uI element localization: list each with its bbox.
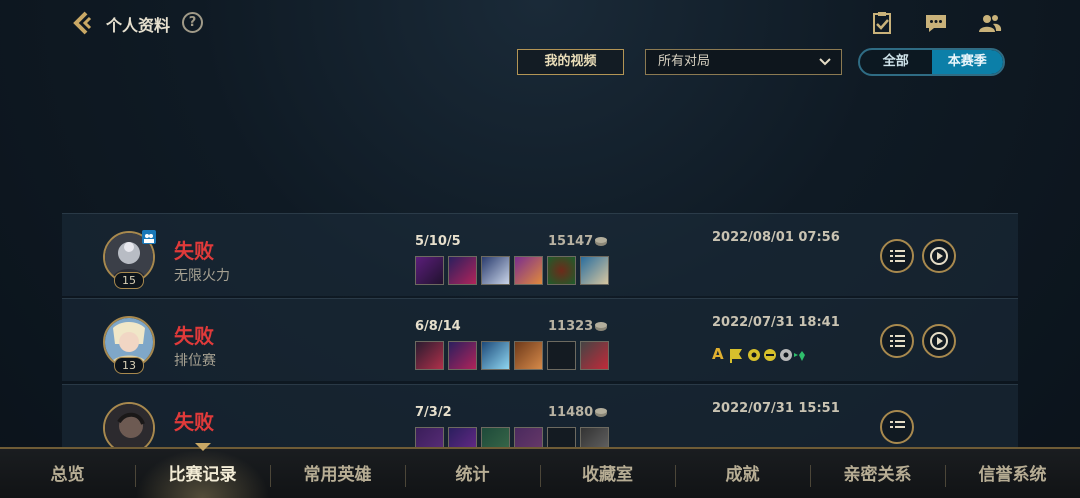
details-list-button[interactable] — [880, 239, 914, 273]
match-datetime: 2022/08/01 07:56 — [712, 230, 840, 245]
gold-amount: 11323 — [548, 319, 594, 334]
item-icon — [448, 341, 477, 370]
page-title: 个人资料 — [106, 16, 171, 35]
item-icon — [514, 341, 543, 370]
tab-relationships[interactable]: 亲密关系 — [810, 449, 945, 498]
game-mode: 排位赛 — [174, 353, 216, 369]
grade-badge: A — [712, 345, 724, 363]
empty-item-slot — [547, 341, 576, 370]
match-result: 失败 — [174, 324, 214, 348]
top-header: 个人资料 ? — [0, 0, 1080, 44]
gold-coins-icon — [595, 408, 607, 417]
item-icon — [481, 341, 510, 370]
item-icon — [415, 341, 444, 370]
replay-button[interactable] — [922, 324, 956, 358]
gold-amount: 11480 — [548, 405, 594, 420]
item-slots — [415, 341, 609, 370]
season-toggle[interactable]: 全部 本赛季 — [858, 48, 1005, 76]
toggle-all[interactable]: 全部 — [860, 50, 932, 74]
kda: 5/10/5 — [415, 234, 461, 249]
gold-coins-icon — [595, 322, 607, 331]
tab-match-history[interactable]: 比赛记录 — [135, 449, 270, 498]
item-icon — [514, 256, 543, 285]
tab-achievements[interactable]: 成就 — [675, 449, 810, 498]
tab-overview[interactable]: 总览 — [0, 449, 135, 498]
match-result: 失败 — [174, 239, 214, 263]
gold-coins-icon — [595, 237, 607, 246]
gold-amount: 15147 — [548, 234, 594, 249]
item-icon — [580, 256, 609, 285]
tab-favorite-champions[interactable]: 常用英雄 — [270, 449, 405, 498]
item-icon — [448, 256, 477, 285]
active-tab-pointer-icon — [195, 443, 211, 451]
checklist-icon[interactable] — [870, 11, 894, 35]
item-icon — [481, 256, 510, 285]
replay-button[interactable] — [922, 239, 956, 273]
chat-icon[interactable] — [924, 11, 948, 35]
match-row[interactable]: 15 失败 无限火力 5/10/5 15147 2022/08/01 07:56 — [62, 213, 1018, 296]
my-videos-button[interactable]: 我的视频 — [517, 49, 624, 75]
honor-badges: A — [712, 345, 812, 365]
toggle-this-season[interactable]: 本赛季 — [931, 50, 1003, 74]
level-badge: 13 — [114, 357, 144, 374]
match-datetime: 2022/07/31 15:51 — [712, 401, 840, 416]
tab-collection[interactable]: 收藏室 — [540, 449, 675, 498]
item-icon — [547, 256, 576, 285]
tab-honor-system[interactable]: 信誉系统 — [945, 449, 1080, 498]
item-icon — [580, 341, 609, 370]
match-type-dropdown[interactable]: 所有对局 — [645, 49, 842, 75]
achievement-badges-icon — [730, 349, 805, 363]
kda: 7/3/2 — [415, 405, 452, 420]
item-slots — [415, 256, 609, 285]
level-badge: 15 — [114, 272, 144, 289]
kda: 6/8/14 — [415, 319, 461, 334]
help-icon[interactable]: ? — [182, 12, 203, 33]
match-row[interactable]: 13 失败 排位赛 6/8/14 11323 2022/07/31 18:41 … — [62, 298, 1018, 381]
party-icon — [142, 230, 156, 244]
tab-statistics[interactable]: 统计 — [405, 449, 540, 498]
back-arrow-icon[interactable] — [70, 10, 96, 36]
details-list-button[interactable] — [880, 324, 914, 358]
details-list-button[interactable] — [880, 410, 914, 444]
match-datetime: 2022/07/31 18:41 — [712, 315, 840, 330]
item-icon — [415, 256, 444, 285]
bottom-tab-bar: 总览 比赛记录 常用英雄 统计 收藏室 成就 亲密关系 信誉系统 — [0, 447, 1080, 498]
match-type-selected: 所有对局 — [658, 54, 711, 69]
game-mode: 无限火力 — [174, 268, 230, 284]
match-result: 失败 — [174, 410, 214, 434]
friends-icon[interactable] — [978, 11, 1002, 35]
chevron-down-icon — [819, 58, 831, 66]
